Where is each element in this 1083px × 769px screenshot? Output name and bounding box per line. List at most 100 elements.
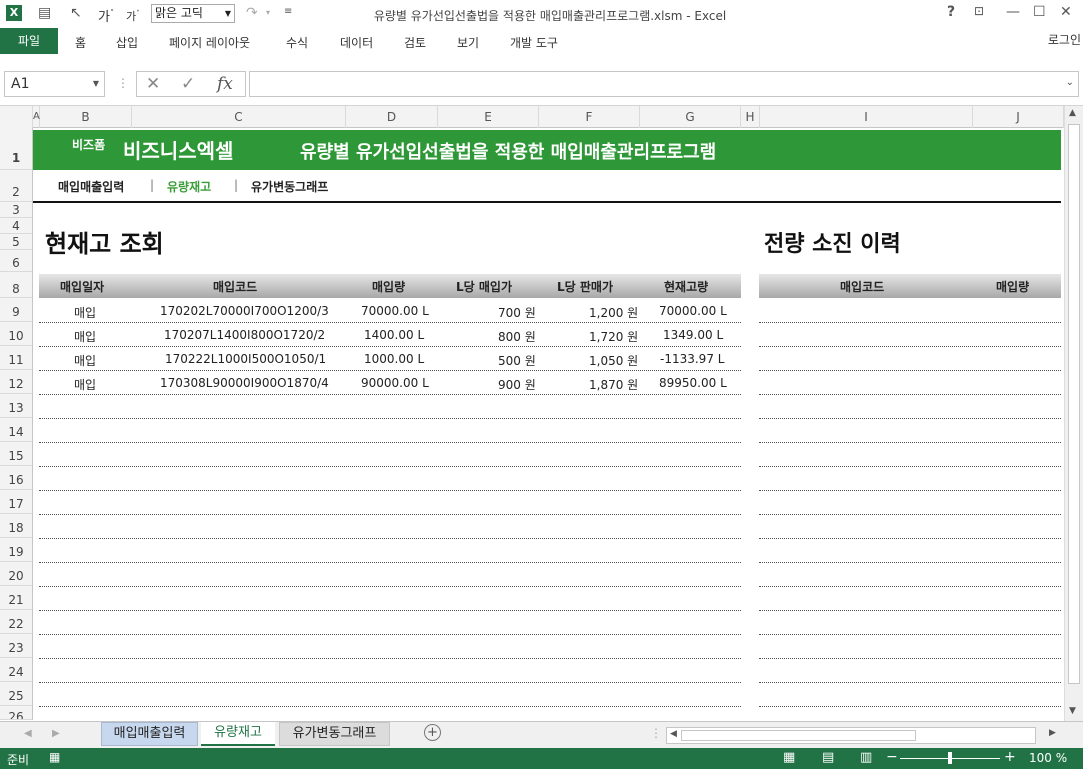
sheet-tab-inventory[interactable]: 유량재고 (201, 722, 275, 746)
row-header[interactable]: 10 (0, 322, 32, 346)
row-header[interactable]: 16 (0, 466, 32, 490)
table-cell[interactable]: 1,050 원 (589, 352, 638, 369)
scroll-down-icon[interactable]: ▼ (1069, 706, 1076, 716)
tab-insert[interactable]: 삽입 (116, 34, 138, 51)
col-header-b[interactable]: B (40, 106, 132, 128)
col-header-j[interactable]: J (973, 106, 1064, 128)
font-grow-icon[interactable]: 가˄ (98, 6, 114, 25)
row-header[interactable]: 15 (0, 442, 32, 466)
row-header[interactable]: 25 (0, 682, 32, 706)
table-cell[interactable]: 1,870 원 (589, 376, 638, 393)
tab-formulas[interactable]: 수식 (286, 34, 308, 51)
col-header-a[interactable]: A (33, 106, 40, 128)
sheet-tab-price-graph[interactable]: 유가변동그래프 (279, 722, 390, 746)
row-header[interactable]: 3 (0, 202, 32, 218)
col-header-e[interactable]: E (438, 106, 539, 128)
table-cell[interactable]: 170222L1000I500O1050/1 (165, 352, 326, 366)
row-header[interactable]: 23 (0, 634, 32, 658)
row-header[interactable]: 1 (0, 128, 32, 170)
row-header[interactable]: 26 (0, 706, 32, 720)
row-header[interactable]: 12 (0, 370, 32, 394)
ribbon-display-icon[interactable]: ⊡ (974, 4, 984, 18)
save-icon[interactable]: ▤ (38, 5, 51, 21)
zoom-level[interactable]: 100 % (1029, 751, 1067, 765)
scroll-left-icon[interactable]: ◀ (670, 729, 677, 739)
sheet-tab-sales-input[interactable]: 매입매출입력 (101, 722, 198, 746)
table-cell[interactable]: 1349.00 L (663, 328, 723, 342)
row-header[interactable]: 20 (0, 562, 32, 586)
scroll-thumb[interactable] (1068, 124, 1080, 684)
table-cell[interactable]: 매입 (74, 376, 96, 393)
col-header-f[interactable]: F (539, 106, 640, 128)
font-selector[interactable]: 맑은 고딕 ▼ (151, 4, 235, 23)
zoom-in-icon[interactable]: + (1004, 749, 1016, 765)
col-header-d[interactable]: D (346, 106, 438, 128)
redo-dropdown-icon[interactable]: ▾ (266, 8, 270, 17)
table-cell[interactable]: 매입 (74, 328, 96, 345)
table-cell[interactable]: 700 원 (498, 304, 536, 321)
table-cell[interactable]: 1400.00 L (364, 328, 424, 342)
scroll-right-icon[interactable]: ▶ (1049, 728, 1056, 738)
tab-review[interactable]: 검토 (404, 34, 426, 51)
cancel-icon[interactable]: ✕ (146, 74, 160, 94)
tab-file[interactable]: 파일 (0, 28, 58, 54)
table-cell[interactable]: 1,200 원 (589, 304, 638, 321)
row-header[interactable]: 21 (0, 586, 32, 610)
col-header-i[interactable]: I (760, 106, 973, 128)
scroll-up-icon[interactable]: ▲ (1069, 108, 1076, 118)
row-header[interactable]: 4 (0, 218, 32, 234)
table-cell[interactable]: 900 원 (498, 376, 536, 393)
table-cell[interactable]: 170202L70000I700O1200/3 (160, 304, 329, 318)
table-cell[interactable]: 매입 (74, 304, 96, 321)
close-icon[interactable]: ✕ (1060, 4, 1072, 20)
tab-split-handle[interactable]: ⋮ (650, 726, 662, 740)
name-box[interactable]: A1 ▼ (4, 71, 105, 97)
table-cell[interactable]: 500 원 (498, 352, 536, 369)
maximize-icon[interactable]: ☐ (1033, 4, 1046, 20)
table-cell[interactable]: 70000.00 L (659, 304, 727, 318)
add-sheet-icon[interactable]: + (424, 724, 441, 741)
tab-home[interactable]: 홈 (75, 34, 86, 51)
row-header[interactable]: 22 (0, 610, 32, 634)
vertical-scrollbar[interactable]: ▲ ▼ (1064, 106, 1083, 721)
col-header-c[interactable]: C (132, 106, 346, 128)
zoom-out-icon[interactable]: − (886, 749, 898, 765)
table-cell[interactable]: 매입 (74, 352, 96, 369)
col-header-h[interactable]: H (741, 106, 760, 128)
table-cell[interactable]: 70000.00 L (361, 304, 429, 318)
tab-scroll-right-icon[interactable]: ▶ (52, 728, 60, 739)
table-cell[interactable]: -1133.97 L (660, 352, 724, 366)
table-cell[interactable]: 1000.00 L (364, 352, 424, 366)
tab-view[interactable]: 보기 (457, 34, 479, 51)
row-header[interactable]: 6 (0, 250, 32, 272)
macro-record-icon[interactable]: ▦ (49, 750, 60, 764)
expand-formula-icon[interactable]: ⌄ (1066, 77, 1074, 88)
page-break-view-icon[interactable]: ▥ (860, 750, 872, 765)
row-header[interactable]: 24 (0, 658, 32, 682)
login-link[interactable]: 로그인 (1048, 31, 1081, 48)
tab-data[interactable]: 데이터 (340, 34, 373, 51)
nav-link-inventory[interactable]: 유량재고 (167, 178, 211, 195)
row-header[interactable]: 19 (0, 538, 32, 562)
zoom-slider-thumb[interactable] (948, 752, 952, 764)
table-cell[interactable]: 170308L90000I900O1870/4 (160, 376, 329, 390)
row-header[interactable]: 14 (0, 418, 32, 442)
enter-icon[interactable]: ✓ (181, 74, 195, 94)
customize-toolbar-icon[interactable]: ≡ (284, 6, 292, 17)
row-header[interactable]: 11 (0, 346, 32, 370)
font-shrink-icon[interactable]: 가˅ (126, 8, 140, 24)
table-cell[interactable]: 1,720 원 (589, 328, 638, 345)
table-cell[interactable]: 800 원 (498, 328, 536, 345)
cursor-icon[interactable]: ↖ (70, 5, 82, 21)
help-icon[interactable]: ? (947, 4, 955, 20)
page-layout-view-icon[interactable]: ▤ (822, 750, 834, 765)
normal-view-icon[interactable]: ▦ (783, 750, 795, 765)
table-cell[interactable]: 90000.00 L (361, 376, 429, 390)
tab-developer[interactable]: 개발 도구 (510, 34, 558, 51)
redo-icon[interactable]: ↷ (246, 5, 258, 21)
row-header[interactable]: 2 (0, 170, 32, 202)
insert-function-icon[interactable]: fx (217, 74, 233, 94)
tab-page-layout[interactable]: 페이지 레이아웃 (169, 34, 250, 51)
formula-input[interactable]: ⌄ (249, 71, 1079, 97)
horizontal-scrollbar[interactable]: ◀ (666, 727, 1036, 744)
